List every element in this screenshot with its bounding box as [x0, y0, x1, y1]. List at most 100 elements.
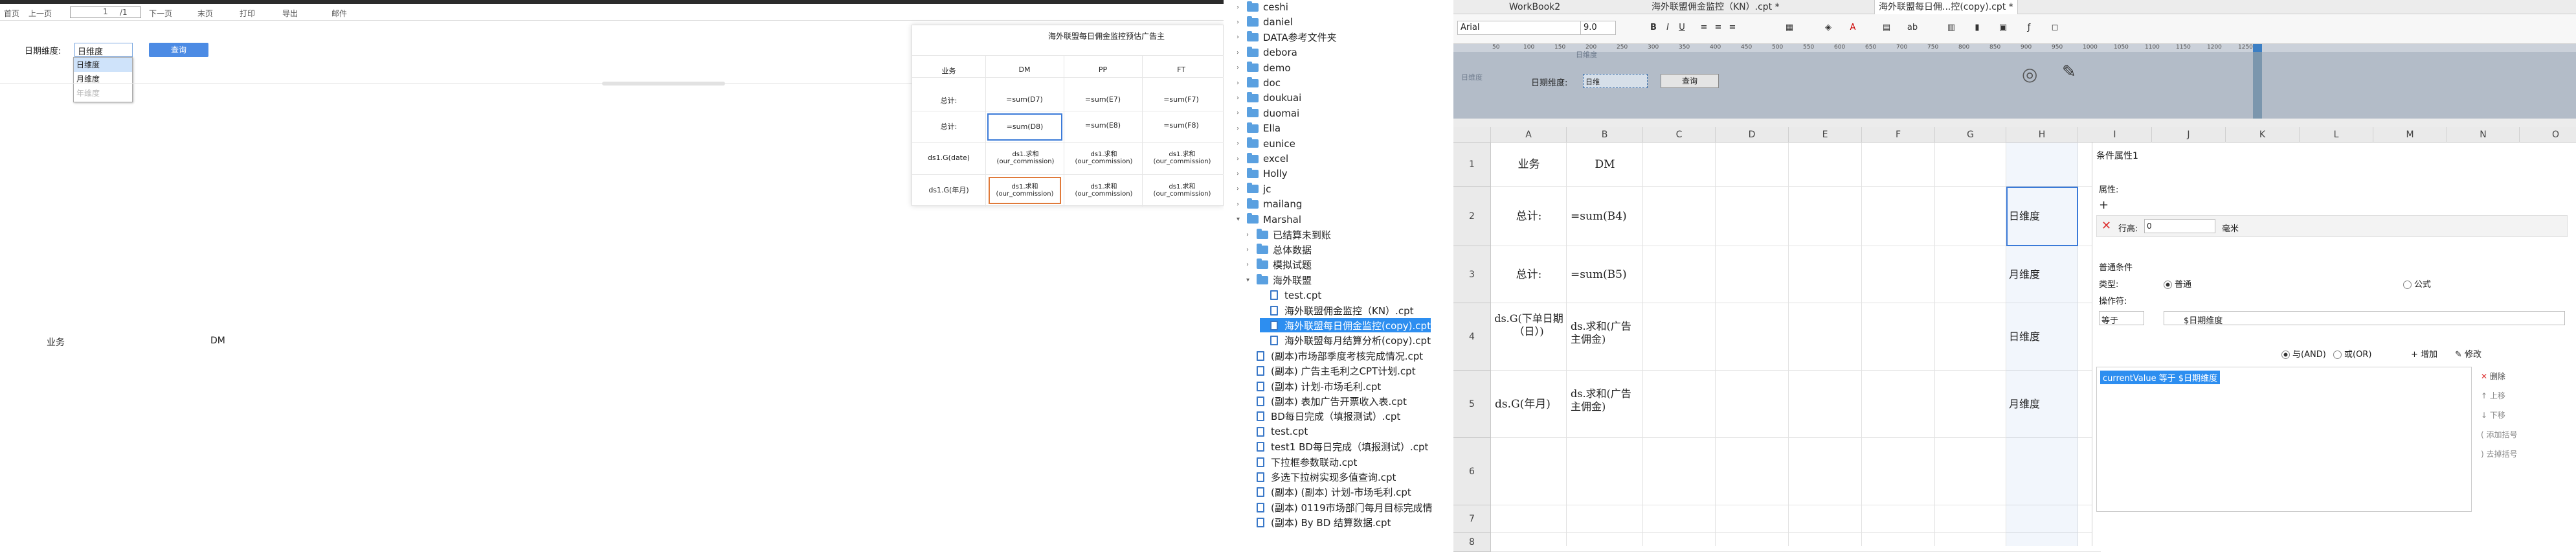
row-header-cell[interactable]: 2 — [1453, 187, 1491, 246]
tree-file[interactable]: (副本) By BD 结算数据.cpt — [1246, 516, 1391, 530]
border-icon[interactable]: ▦ — [1784, 22, 1795, 34]
print-button[interactable]: 打印 — [240, 8, 255, 19]
add-bracket-button[interactable]: ( 添加括号 — [2481, 429, 2518, 440]
tree-folder[interactable]: › eunice — [1237, 137, 1295, 151]
tree-folder[interactable]: › ceshi — [1237, 0, 1288, 14]
param-value-input[interactable]: $日期维度 — [2164, 311, 2565, 326]
sheet-cell-b1[interactable]: DM — [1567, 158, 1643, 171]
tree-folder[interactable]: ▾ Marshal — [1237, 213, 1301, 227]
column-header-cell[interactable]: G — [1935, 127, 2006, 143]
preview-cell-selected[interactable]: =sum(D8) — [987, 113, 1062, 141]
sheet-cell-b3[interactable]: =sum(B5) — [1571, 268, 1639, 281]
tree-folder[interactable]: › doukuai — [1237, 91, 1301, 105]
expand-right-icon[interactable]: › — [1237, 49, 1244, 56]
condition-item[interactable]: currentValue 等于 $日期维度 — [2100, 371, 2221, 384]
tree-folder[interactable]: › 模拟试题 — [1246, 258, 1312, 272]
font-color-icon[interactable]: A — [1847, 22, 1859, 34]
column-header-cell[interactable]: L — [2300, 127, 2373, 143]
underline-icon[interactable]: U — [1676, 22, 1688, 34]
expand-down-icon[interactable]: ▾ — [1246, 277, 1254, 284]
tree-folder[interactable]: › daniel — [1237, 15, 1293, 29]
row-header-cell[interactable]: 4 — [1453, 303, 1491, 371]
hide-eye-icon[interactable]: ◎ — [2022, 65, 2048, 84]
tree-file[interactable]: 海外联盟每日佣金监控(copy).cpt — [1260, 318, 1431, 333]
column-header-cell[interactable]: H — [2006, 127, 2078, 143]
column-header-cell[interactable]: O — [2520, 127, 2576, 143]
merge-icon[interactable]: ▤ — [1881, 22, 1892, 34]
align-left-icon[interactable]: ≡ — [1698, 22, 1710, 34]
expand-down-icon[interactable]: ▾ — [1237, 216, 1244, 223]
expand-right-icon[interactable]: › — [1237, 155, 1244, 163]
column-header-cell[interactable]: F — [1862, 127, 1935, 143]
or-radio[interactable]: 或(OR) — [2333, 347, 2371, 360]
tree-file[interactable]: 下拉框参数联动.cpt — [1246, 455, 1357, 469]
image-icon[interactable]: ▣ — [1997, 22, 2009, 34]
edit-condition-button[interactable]: ✎ 修改 — [2455, 347, 2481, 360]
remove-icon[interactable]: ✕ — [2101, 219, 2111, 233]
type-normal-radio[interactable]: 普通 — [2164, 277, 2191, 290]
remove-bracket-button[interactable]: ) 去掉括号 — [2481, 448, 2518, 459]
mail-button[interactable]: 邮件 — [331, 8, 347, 19]
page-input[interactable]: 1 — [70, 6, 141, 18]
tree-file[interactable]: test.cpt — [1260, 288, 1321, 303]
tree-folder[interactable]: › doc — [1237, 76, 1281, 90]
row-header-cell[interactable]: 6 — [1453, 438, 1491, 505]
tab-workbook2[interactable]: WorkBook2 — [1505, 0, 1564, 14]
and-radio[interactable]: 与(AND) — [2281, 347, 2326, 360]
font-size-select[interactable]: 9.0 — [1580, 21, 1616, 35]
column-header-cell[interactable]: K — [2226, 127, 2300, 143]
tree-folder[interactable]: ▾ 海外联盟 — [1246, 273, 1312, 287]
tree-file[interactable]: (副本) (副本) 计划-市场毛利.cpt — [1246, 485, 1411, 500]
tree-file[interactable]: 多选下拉树实现多值查询.cpt — [1246, 470, 1396, 484]
widget-icon[interactable]: ◻ — [2049, 22, 2061, 34]
column-header-cell[interactable]: M — [2373, 127, 2447, 143]
column-header-cell[interactable]: I — [2078, 127, 2152, 143]
row-header-cell[interactable]: 8 — [1453, 533, 1491, 552]
expand-right-icon[interactable]: › — [1237, 4, 1244, 11]
dropdown-option[interactable]: 年维度 — [74, 86, 132, 100]
tree-file[interactable]: (副本) 0119市场部门每月目标完成情 — [1246, 500, 1433, 514]
param-combo[interactable]: 日维 — [1583, 74, 1648, 88]
column-header-cell[interactable]: A — [1491, 127, 1567, 143]
row-header-cell[interactable]: 7 — [1453, 505, 1491, 533]
tree-folder[interactable]: › mailang — [1237, 197, 1302, 211]
expand-right-icon[interactable]: › — [1237, 34, 1244, 41]
tree-folder[interactable]: › 已结算未到账 — [1246, 227, 1331, 242]
sheet-cell-h5[interactable]: 月维度 — [2009, 398, 2076, 411]
first-page-button[interactable]: 首页 — [4, 8, 19, 19]
dropdown-option[interactable]: 月维度 — [74, 72, 132, 86]
corner-cell[interactable] — [1453, 127, 1491, 143]
column-header-cell[interactable]: J — [2152, 127, 2226, 143]
tree-file[interactable]: BD每日完成（填报测试）.cpt — [1246, 409, 1400, 424]
tab-copy-active[interactable]: 海外联盟每日佣...控(copy).cpt * — [1874, 0, 2018, 14]
sheet-cell-a3[interactable]: 总计: — [1491, 268, 1567, 281]
font-family-select[interactable]: Arial — [1457, 21, 1587, 35]
expand-right-icon[interactable]: › — [1237, 185, 1244, 192]
tree-file[interactable]: (副本)市场部季度考核完成情况.cpt — [1246, 349, 1423, 363]
sheet-cell-a1[interactable]: 业务 — [1491, 158, 1567, 171]
tree-file[interactable]: (副本) 广告主毛利之CPT计划.cpt — [1246, 364, 1416, 378]
dropdown-option[interactable]: 日维度 — [74, 58, 132, 72]
row-header-cell[interactable]: 1 — [1453, 143, 1491, 187]
move-up-button[interactable]: ↑ 上移 — [2481, 390, 2505, 401]
expand-right-icon[interactable]: › — [1237, 64, 1244, 71]
tree-file[interactable]: (副本) 计划-市场毛利.cpt — [1246, 379, 1381, 393]
expand-right-icon[interactable]: › — [1237, 19, 1244, 26]
prev-page-button[interactable]: 上一页 — [28, 8, 52, 19]
expand-right-icon[interactable]: › — [1237, 95, 1244, 102]
query-button[interactable]: 查询 — [149, 43, 208, 57]
align-right-icon[interactable]: ≡ — [1727, 22, 1738, 34]
last-page-button[interactable]: 末页 — [197, 8, 213, 19]
row-header-cell[interactable]: 3 — [1453, 246, 1491, 303]
formula-icon[interactable]: ƒ — [2023, 22, 2035, 34]
tree-folder[interactable]: › debora — [1237, 45, 1297, 60]
tree-folder[interactable]: › demo — [1237, 61, 1291, 75]
column-header-cell[interactable]: E — [1789, 127, 1862, 143]
text-icon[interactable]: ab — [1907, 22, 1918, 34]
column-header-cell[interactable]: C — [1643, 127, 1716, 143]
sheet-cell-h4[interactable]: 日维度 — [2009, 330, 2076, 343]
expand-right-icon[interactable]: › — [1237, 170, 1244, 178]
sheet-cell-b5[interactable]: ds.求和(广告主佣金) — [1571, 387, 1639, 413]
tree-folder[interactable]: › 总体数据 — [1246, 242, 1312, 257]
rowheight-input[interactable]: 0 — [2144, 219, 2215, 233]
